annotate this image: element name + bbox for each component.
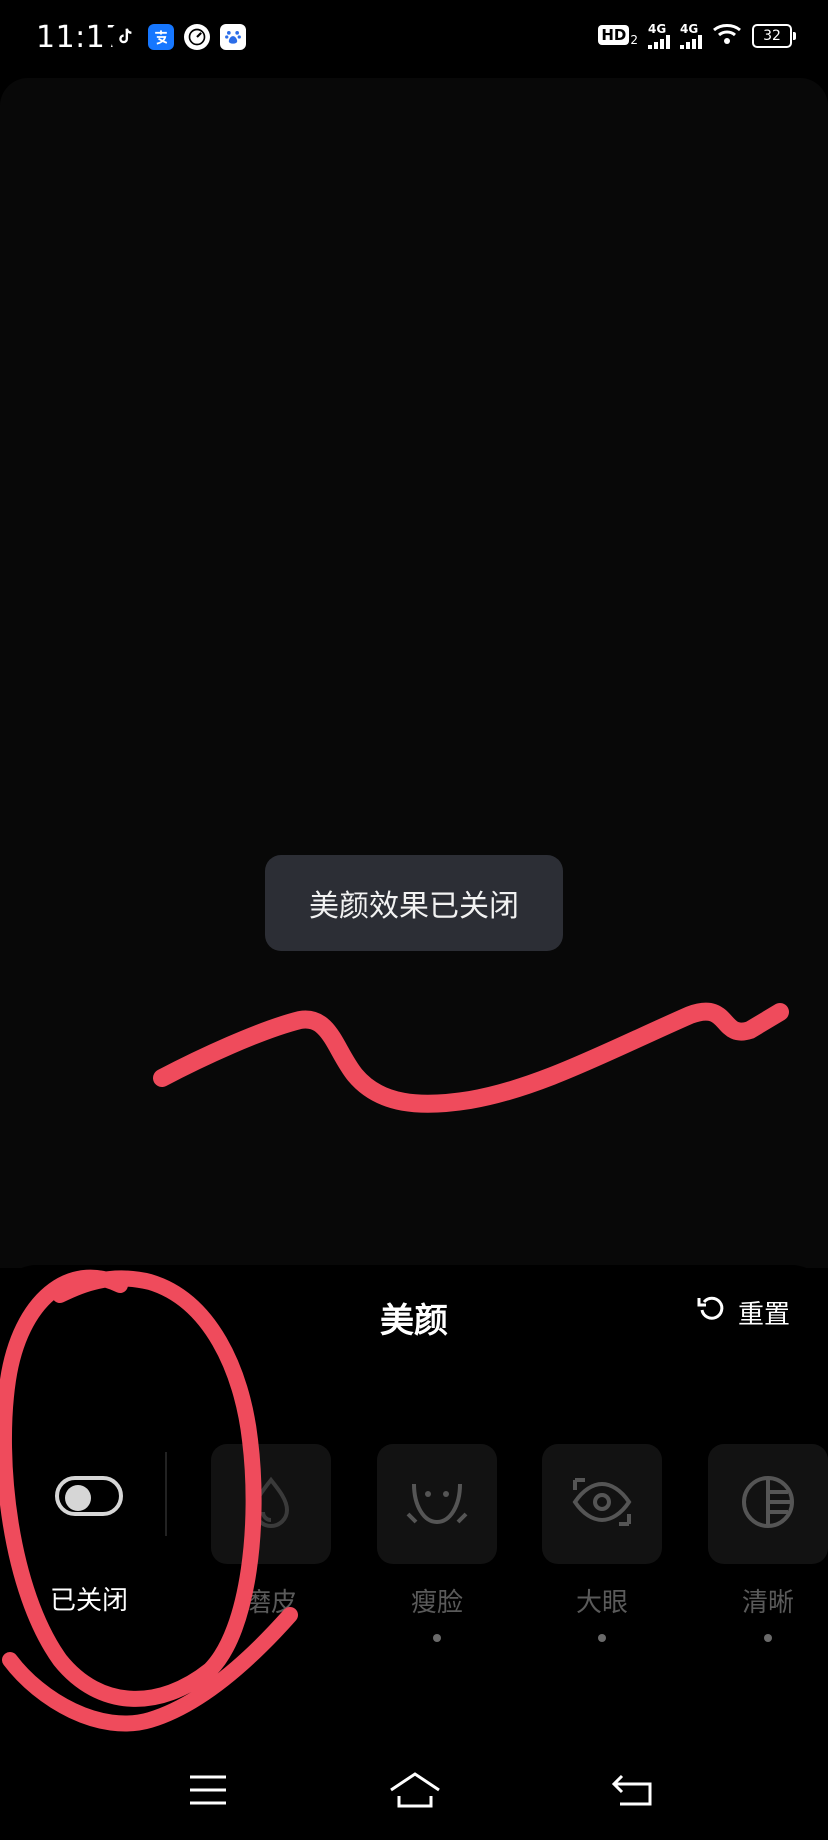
feature-label: 清晰 — [741, 1588, 794, 1618]
home-icon[interactable] — [385, 1760, 445, 1820]
reset-button[interactable]: 重置 — [696, 1294, 790, 1331]
reset-icon — [696, 1294, 726, 1331]
signal-sim2-icon: 4G — [680, 23, 702, 49]
feature-indicator-dot — [764, 1634, 772, 1642]
navigation-bar — [0, 1740, 828, 1840]
hd-voice-icon: HD 2 — [598, 25, 638, 47]
face-slim-icon — [402, 1472, 472, 1536]
baidu-icon — [220, 24, 246, 50]
drop-icon — [241, 1472, 301, 1536]
clarity-icon — [738, 1472, 798, 1536]
reset-label: 重置 — [737, 1300, 790, 1330]
feature-tile — [377, 1444, 497, 1564]
feature-indicator-dot — [433, 1634, 441, 1642]
status-bar: 11:17 HD 2 4G 4G 32 — [0, 0, 828, 78]
camera-viewfinder[interactable] — [0, 78, 828, 1268]
eye-icon — [567, 1472, 637, 1536]
feature-label: 磨皮 — [244, 1588, 297, 1618]
battery-icon: 32 — [752, 24, 796, 48]
feature-indicator-dot — [598, 1634, 606, 1642]
feature-tile — [708, 1444, 828, 1564]
back-icon[interactable] — [602, 1760, 662, 1820]
feature-tile — [542, 1444, 662, 1564]
alipay-icon — [148, 24, 174, 50]
system-status-icons: HD 2 4G 4G 32 — [598, 22, 796, 50]
feature-big-eyes[interactable]: 大眼 — [542, 1444, 662, 1642]
toggle-status-label: 已关闭 — [50, 1586, 129, 1616]
menu-icon[interactable] — [178, 1760, 238, 1820]
feature-label: 大眼 — [575, 1588, 628, 1618]
beauty-toggle-switch[interactable] — [55, 1476, 123, 1516]
feature-tile — [211, 1444, 331, 1564]
notification-app-icons — [112, 24, 246, 50]
wifi-icon — [712, 22, 742, 50]
feature-slim-face[interactable]: 瘦脸 — [377, 1444, 497, 1642]
feature-label: 瘦脸 — [410, 1588, 463, 1618]
divider — [165, 1452, 167, 1536]
feature-smooth-skin[interactable]: 磨皮 — [211, 1444, 331, 1618]
speed-icon — [184, 24, 210, 50]
toggle-knob — [65, 1485, 91, 1511]
tiktok-icon — [112, 24, 138, 50]
signal-sim1-icon: 4G — [648, 23, 670, 49]
feature-clarity[interactable]: 清晰 — [708, 1444, 828, 1642]
toast-message: 美颜效果已关闭 — [265, 855, 563, 951]
